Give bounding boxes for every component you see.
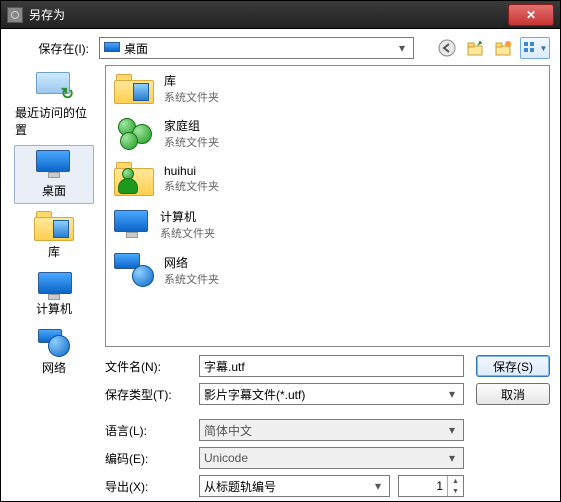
- export-track-number-stepper[interactable]: 1 ▲ ▼: [398, 475, 464, 497]
- back-button[interactable]: [436, 37, 458, 59]
- form-rows: 文件名(N): 保存(S) 保存类型(T): 影片字幕文件(*.utf) ▾ 取…: [105, 355, 550, 497]
- sidebar-item-label: 网络: [42, 359, 66, 376]
- sidebar-item-label: 桌面: [42, 182, 66, 199]
- item-name: 家庭组: [164, 117, 219, 134]
- encoding-select[interactable]: Unicode ▾: [199, 447, 464, 469]
- filetype-select[interactable]: 影片字幕文件(*.utf) ▾: [199, 383, 464, 405]
- chevron-down-icon[interactable]: ▼: [448, 486, 463, 496]
- language-select[interactable]: 简体中文 ▾: [199, 419, 464, 441]
- save-button[interactable]: 保存(S): [476, 355, 550, 377]
- item-subtitle: 系统文件夹: [160, 225, 215, 241]
- app-icon: [7, 7, 23, 23]
- sidebar-item-label: 库: [48, 243, 60, 260]
- save-in-label: 保存在(I):: [11, 40, 93, 57]
- language-value: 简体中文: [204, 422, 252, 439]
- list-item[interactable]: 家庭组 系统文件夹: [106, 111, 549, 156]
- stepper-value: 1: [399, 479, 447, 493]
- sidebar-item-computer[interactable]: 计算机: [14, 267, 94, 322]
- item-subtitle: 系统文件夹: [164, 134, 219, 150]
- sidebar-item-label: 最近访问的位置: [15, 104, 93, 138]
- list-item[interactable]: 网络 系统文件夹: [106, 247, 549, 293]
- back-icon: [438, 39, 456, 57]
- list-item[interactable]: 库 系统文件夹: [106, 66, 549, 111]
- item-subtitle: 系统文件夹: [164, 271, 219, 287]
- export-select[interactable]: 从标题轨编号 ▾: [199, 475, 390, 497]
- sidebar-item-network[interactable]: 网络: [14, 324, 94, 381]
- chevron-down-icon: ▾: [369, 478, 387, 494]
- encoding-value: Unicode: [204, 451, 248, 465]
- item-subtitle: 系统文件夹: [164, 89, 219, 105]
- desktop-icon: [104, 42, 120, 54]
- chevron-down-icon: ▾: [393, 40, 411, 56]
- libraries-icon: [34, 211, 74, 241]
- filetype-label: 保存类型(T):: [105, 386, 191, 403]
- encoding-label: 编码(E):: [105, 450, 191, 467]
- item-subtitle: 系统文件夹: [164, 178, 219, 194]
- save-in-row: 保存在(I): 桌面 ▾ ▼: [11, 37, 550, 59]
- filename-label: 文件名(N):: [105, 358, 191, 375]
- item-name: 库: [164, 72, 219, 89]
- chevron-down-icon: ▾: [443, 386, 461, 402]
- client-area: 保存在(I): 桌面 ▾ ▼: [1, 29, 560, 501]
- view-menu-icon: [523, 41, 539, 55]
- recent-places-icon: ↻: [36, 72, 72, 102]
- new-folder-button[interactable]: [492, 37, 514, 59]
- save-in-combo[interactable]: 桌面 ▾: [99, 37, 414, 59]
- export-label: 导出(X):: [105, 478, 191, 495]
- chevron-up-icon[interactable]: ▲: [448, 476, 463, 486]
- titlebar: 另存为 ✕: [1, 1, 560, 29]
- chevron-down-icon: ▼: [540, 44, 548, 53]
- close-icon: ✕: [526, 8, 536, 22]
- sidebar-item-label: 计算机: [36, 300, 72, 317]
- file-list[interactable]: 库 系统文件夹 家庭组 系统文件夹: [105, 65, 550, 347]
- up-button[interactable]: [464, 37, 486, 59]
- sidebar-item-recent[interactable]: ↻ 最近访问的位置: [14, 67, 94, 143]
- window-title: 另存为: [29, 6, 508, 23]
- user-folder-icon: [114, 162, 154, 196]
- sidebar-item-desktop[interactable]: 桌面: [14, 145, 94, 204]
- filename-input[interactable]: [199, 355, 464, 377]
- desktop-icon: [36, 150, 72, 180]
- up-one-level-icon: [466, 39, 484, 57]
- save-button-label: 保存(S): [493, 358, 533, 375]
- item-name: huihui: [164, 164, 219, 178]
- cancel-button[interactable]: 取消: [476, 383, 550, 405]
- list-item[interactable]: 计算机 系统文件夹: [106, 202, 549, 247]
- list-item[interactable]: huihui 系统文件夹: [106, 156, 549, 202]
- sidebar-item-libraries[interactable]: 库: [14, 206, 94, 265]
- language-label: 语言(L):: [105, 422, 191, 439]
- item-name: 网络: [164, 254, 219, 271]
- chevron-down-icon: ▾: [443, 422, 461, 438]
- cancel-button-label: 取消: [501, 386, 525, 403]
- network-icon: [38, 329, 70, 357]
- computer-icon: [114, 210, 150, 240]
- save-as-dialog: 另存为 ✕ 保存在(I): 桌面 ▾ ▼: [0, 0, 561, 502]
- filetype-value: 影片字幕文件(*.utf): [204, 386, 305, 403]
- chevron-down-icon: ▾: [443, 450, 461, 466]
- network-icon: [114, 253, 154, 287]
- computer-icon: [38, 272, 70, 298]
- homegroup-icon: [114, 118, 154, 150]
- item-name: 计算机: [160, 208, 215, 225]
- main-area: 库 系统文件夹 家庭组 系统文件夹: [105, 65, 550, 497]
- libraries-icon: [114, 74, 154, 104]
- view-button[interactable]: ▼: [520, 37, 550, 59]
- places-sidebar: ↻ 最近访问的位置 桌面 库 计算机: [11, 65, 97, 497]
- save-in-value: 桌面: [124, 40, 148, 57]
- export-value: 从标题轨编号: [204, 478, 276, 495]
- close-button[interactable]: ✕: [508, 4, 554, 26]
- new-folder-icon: [494, 39, 512, 57]
